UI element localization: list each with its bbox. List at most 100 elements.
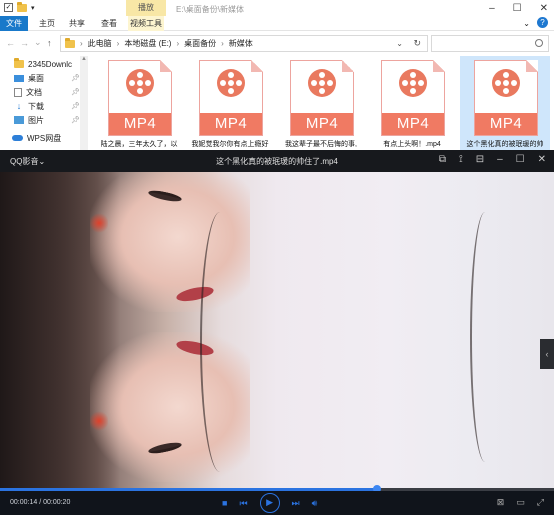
help-icon[interactable]: ? (537, 17, 548, 28)
maximize-icon[interactable]: ☐ (516, 154, 525, 165)
minimize-icon[interactable]: – (497, 154, 503, 165)
video-hair-strand (470, 212, 500, 462)
search-input[interactable] (431, 35, 549, 52)
sidebar-item-2345downloads[interactable]: 2345Downlc (14, 58, 80, 70)
file-item[interactable]: MP4 有点上头啊！.mp4 (367, 56, 457, 150)
player-titlebar: QQ影音⌄ 这个黑化真的被珉瑗的帅住了.mp4 ⧉ ⟟ ⊟ – ☐ ✕ (0, 150, 554, 172)
file-name[interactable]: 陆之晨，三年太久了，以 (96, 139, 182, 149)
scroll-up-icon[interactable]: ▲ (80, 56, 88, 62)
file-item[interactable]: MP4 我这辈子最不后悔的事, (276, 56, 366, 150)
playlist-toggle-icon[interactable]: ‹ (540, 339, 554, 369)
sidebar-item-desktop[interactable]: 桌面 📌︎ (14, 72, 80, 84)
sidebar-item-label: 桌面 (28, 73, 44, 83)
pin-icon: 📌︎ (71, 103, 80, 110)
navigation-bar: ← → ⌄ ↑ › 此电脑 › 本地磁盘 (E:) › 桌面备份 › 新媒体 ⌄… (0, 33, 554, 54)
desktop-icon (14, 74, 24, 82)
minimize-icon[interactable]: – (489, 3, 495, 14)
sidebar-item-downloads[interactable]: ↓ 下载 📌︎ (14, 100, 80, 112)
file-name[interactable]: 我这辈子最不后悔的事, (278, 139, 364, 149)
breadcrumb-new-media[interactable]: 新媒体 (229, 38, 253, 49)
close-icon[interactable]: ✕ (538, 154, 546, 165)
tab-home[interactable]: 主页 (36, 16, 58, 31)
sidebar-item-pictures[interactable]: 图片 📌︎ (14, 114, 80, 126)
mp4-file-icon: MP4 (474, 60, 538, 136)
mp4-file-icon: MP4 (199, 60, 263, 136)
folder-icon (65, 37, 75, 48)
recent-locations-icon[interactable]: ⌄ (34, 37, 42, 48)
quick-access-dropdown-icon[interactable]: ▾ (31, 4, 35, 12)
file-item[interactable]: MP4 陆之晨，三年太久了，以 (94, 56, 184, 150)
player-window-controls: ⧉ ⟟ ⊟ – ☐ ✕ (439, 154, 546, 165)
ribbon-collapse-icon[interactable]: ⌄ (523, 19, 530, 28)
download-icon: ↓ (16, 101, 22, 111)
window-title: E:\桌面备份\新媒体 (176, 5, 245, 14)
file-type-badge: MP4 (200, 113, 262, 135)
file-name[interactable]: 我妮觉我尔你有点上瘾好 (187, 139, 273, 149)
back-arrow-icon[interactable]: ← (6, 38, 15, 48)
forward-arrow-icon[interactable]: → (20, 38, 29, 48)
film-reel-icon (308, 69, 336, 97)
film-reel-icon (126, 69, 154, 97)
document-icon (14, 87, 22, 97)
file-item[interactable]: MP4 我妮觉我尔你有点上瘾好 (185, 56, 275, 150)
chevron-right-icon[interactable]: › (176, 39, 179, 48)
sidebar-item-documents[interactable]: 文档 📌︎ (14, 86, 80, 98)
checkbox-icon[interactable]: ✓ (4, 3, 13, 12)
ribbon-tabs: 文件 主页 共享 查看 视频工具 ⌄ ? (0, 16, 554, 31)
sidebar-item-label: 图片 (28, 115, 44, 125)
next-icon[interactable]: ⏭︎ (292, 498, 300, 509)
close-icon[interactable]: ✕ (540, 3, 548, 14)
sidebar-item-label: 文档 (26, 87, 42, 97)
stop-icon[interactable]: ■ (222, 498, 227, 508)
toolbox-icon[interactable]: ⊠ (497, 497, 505, 508)
fullscreen-icon[interactable]: ⤢ (537, 497, 544, 508)
tab-video-tools[interactable]: 视频工具 (128, 16, 164, 31)
file-item-selected[interactable]: MP4 这个黑化真的被珉瑗的帅 (460, 56, 550, 150)
breadcrumb-this-pc[interactable]: 此电脑 (88, 38, 112, 49)
player-controls: 00:00:14 / 00:00:20 ■ ⏮︎ ▶ ⏭︎ 🔊︎ ⊠ ▭ ⤢ (0, 491, 554, 515)
refresh-icon[interactable]: ↻ (413, 38, 421, 49)
up-arrow-icon[interactable]: ↑ (47, 38, 52, 48)
pin-top-icon[interactable]: ⟟ (459, 154, 463, 165)
volume-icon[interactable]: 🔊︎ (312, 498, 318, 509)
navigation-pane: 2345Downlc 桌面 📌︎ 文档 📌︎ ↓ 下载 📌︎ 图片 📌︎ WPS… (0, 56, 82, 150)
window-controls: – ☐ ✕ (489, 3, 548, 14)
sidebar-item-label: 下载 (28, 101, 44, 111)
file-name[interactable]: 这个黑化真的被珉瑗的帅 (462, 139, 548, 149)
sidebar-item-label: WPS网盘 (27, 133, 62, 143)
pin-icon: 📌︎ (71, 75, 80, 82)
address-bar[interactable]: › 此电脑 › 本地磁盘 (E:) › 桌面备份 › 新媒体 ⌄ ↻ (60, 35, 428, 52)
quick-access-toolbar: ✓ ▾ (4, 1, 35, 12)
play-button[interactable]: ▶ (259, 493, 280, 513)
folder-icon[interactable] (17, 1, 27, 12)
file-explorer-window: ✓ ▾ 播放 E:\桌面备份\新媒体 – ☐ ✕ 文件 主页 共享 查看 视频工… (0, 0, 554, 150)
tab-share[interactable]: 共享 (66, 16, 88, 31)
sidebar-scrollbar[interactable]: ▲ (80, 56, 88, 150)
breadcrumb-drive-e[interactable]: 本地磁盘 (E:) (124, 38, 171, 49)
chevron-right-icon[interactable]: › (80, 39, 83, 48)
folder-icon (14, 58, 24, 68)
file-name[interactable]: 有点上头啊！.mp4 (369, 139, 455, 149)
sidebar-item-wps-cloud[interactable]: WPS网盘 (12, 132, 78, 144)
file-type-badge: MP4 (382, 113, 444, 135)
previous-icon[interactable]: ⏮︎ (239, 498, 247, 509)
file-type-badge: MP4 (475, 113, 537, 135)
film-reel-icon (492, 69, 520, 97)
tab-file[interactable]: 文件 (0, 16, 28, 31)
chevron-right-icon[interactable]: › (117, 39, 120, 48)
maximize-icon[interactable]: ☐ (513, 3, 522, 14)
extra-controls: ⊠ ▭ ⤢ (497, 497, 544, 508)
screenshot-icon[interactable]: ⧉ (439, 154, 446, 165)
chevron-right-icon[interactable]: › (221, 39, 224, 48)
open-file-icon[interactable]: ▭ (516, 497, 525, 508)
pin-icon: 📌︎ (71, 117, 80, 124)
video-frame[interactable]: ‹ (0, 172, 554, 488)
video-player-window: QQ影音⌄ 这个黑化真的被珉瑗的帅住了.mp4 ⧉ ⟟ ⊟ – ☐ ✕ ‹ 00… (0, 150, 554, 515)
context-tab-play[interactable]: 播放 (126, 0, 166, 16)
mini-mode-icon[interactable]: ⊟ (476, 154, 484, 165)
tab-view[interactable]: 查看 (98, 16, 120, 31)
address-dropdown-icon[interactable]: ⌄ (396, 39, 403, 48)
cloud-icon (12, 135, 23, 141)
breadcrumb-desktop-backup[interactable]: 桌面备份 (184, 38, 216, 49)
film-reel-icon (217, 69, 245, 97)
